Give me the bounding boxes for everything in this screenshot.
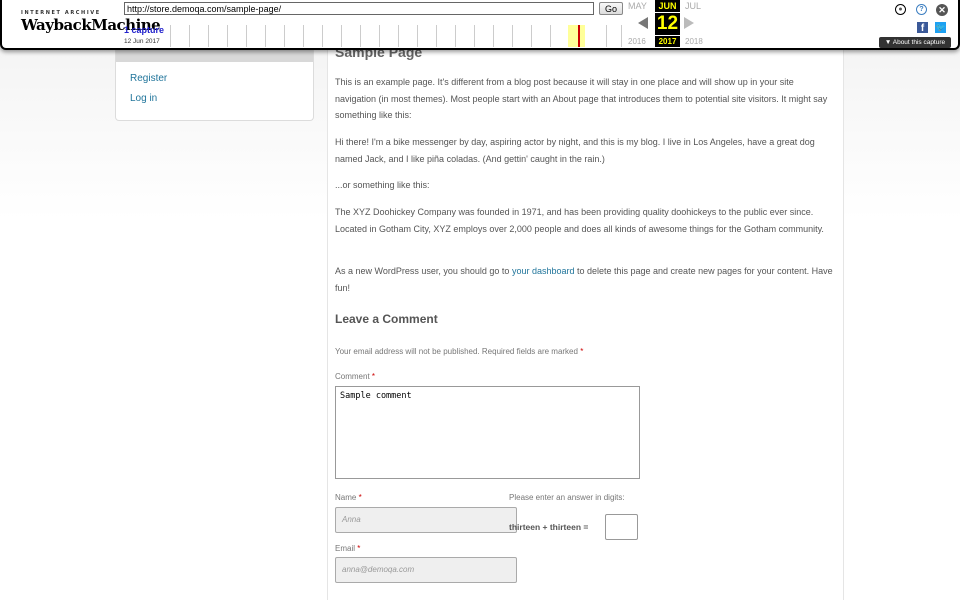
prev-month[interactable]: MAY — [628, 1, 647, 11]
timeline-tick — [360, 25, 361, 47]
label-text: Name — [335, 493, 357, 502]
current-day: 12 — [655, 13, 680, 35]
timeline-tick — [621, 25, 622, 47]
timeline-tick — [322, 25, 323, 47]
required-asterisk: * — [371, 372, 376, 381]
next-year[interactable]: 2018 — [685, 37, 703, 46]
account-icon[interactable]: ● — [895, 4, 906, 15]
close-icon[interactable]: ✕ — [936, 4, 948, 16]
timeline-tick — [379, 25, 380, 47]
paragraph-bike-messenger: Hi there! I'm a bike messenger by day, a… — [335, 137, 815, 164]
login-link[interactable]: Log in — [130, 93, 157, 104]
notice-text: Your email address will not be published… — [335, 347, 578, 356]
timeline-tick — [170, 25, 171, 47]
current-month: JUN — [655, 0, 680, 12]
timeline-tick — [189, 25, 190, 47]
captures-link[interactable]: 1 capture — [124, 25, 164, 35]
timeline-tick — [493, 25, 494, 47]
dashboard-link[interactable]: your dashboard — [512, 266, 575, 276]
current-year: 2017 — [655, 36, 680, 47]
about-capture-button[interactable]: ▼ About this capture — [879, 37, 951, 48]
timeline-tick — [606, 25, 607, 47]
name-field[interactable]: Anna — [335, 507, 517, 533]
email-notice: Your email address will not be published… — [335, 347, 583, 356]
capture-date: 12 Jun 2017 — [124, 38, 160, 45]
name-label: Name * — [335, 493, 362, 502]
prev-year[interactable]: 2016 — [628, 37, 646, 46]
label-text: Comment — [335, 372, 370, 381]
twitter-icon[interactable]: 🐦 — [935, 22, 946, 33]
widget-header-bar — [116, 50, 313, 62]
go-button[interactable]: Go — [599, 2, 623, 15]
email-label: Email * — [335, 544, 360, 553]
timeline-tick — [208, 25, 209, 47]
paragraph-intro: This is an example page. It's different … — [335, 77, 828, 120]
sidebar-meta-widget: Register Log in — [115, 50, 314, 121]
url-input[interactable]: http://store.demoqa.com/sample-page/ — [124, 2, 594, 15]
timeline-current-year — [568, 25, 585, 47]
timeline-tick — [303, 25, 304, 47]
required-asterisk: * — [357, 544, 361, 553]
timeline-capture-marker[interactable] — [578, 25, 580, 47]
next-month[interactable]: JUL — [685, 1, 701, 11]
timeline-tick — [284, 25, 285, 47]
comment-label: Comment * — [335, 372, 375, 381]
timeline-tick — [512, 25, 513, 47]
captcha-question: thirteen + thirteen = — [509, 522, 589, 532]
timeline-tick — [550, 25, 551, 47]
next-capture-arrow-icon[interactable] — [684, 17, 694, 29]
leave-comment-heading: Leave a Comment — [335, 312, 438, 326]
timeline-tick — [436, 25, 437, 47]
timeline-tick — [227, 25, 228, 47]
wayback-toolbar: INTERNET ARCHIVE WaybackMachine http://s… — [0, 0, 960, 50]
timeline-tick — [455, 25, 456, 47]
required-asterisk: * — [580, 347, 584, 356]
prev-capture-arrow-icon[interactable] — [638, 17, 648, 29]
timeline-tick — [246, 25, 247, 47]
timeline-tick — [341, 25, 342, 47]
label-text: Email — [335, 544, 356, 553]
register-link[interactable]: Register — [130, 73, 167, 84]
captcha-prompt: Please enter an answer in digits: — [509, 493, 625, 502]
wayback-logo[interactable]: WaybackMachine — [21, 16, 161, 34]
facebook-icon[interactable]: f — [917, 22, 928, 34]
paragraph-text: As a new WordPress user, you should go t… — [335, 266, 512, 276]
paragraph-wordpress: As a new WordPress user, you should go t… — [335, 263, 835, 296]
timeline-tick — [417, 25, 418, 47]
captcha-answer-input[interactable] — [605, 514, 638, 540]
help-icon[interactable]: ? — [916, 4, 927, 15]
timeline-tick — [474, 25, 475, 47]
capture-timeline[interactable] — [170, 25, 622, 47]
paragraph-xyz-company: The XYZ Doohickey Company was founded in… — [335, 207, 824, 234]
timeline-tick — [265, 25, 266, 47]
required-asterisk: * — [358, 493, 362, 502]
email-field[interactable]: anna@demoqa.com — [335, 557, 517, 583]
paragraph-or-something: ...or something like this: — [335, 180, 430, 190]
comment-textarea[interactable]: Sample comment — [335, 386, 640, 479]
timeline-tick — [531, 25, 532, 47]
timeline-tick — [398, 25, 399, 47]
